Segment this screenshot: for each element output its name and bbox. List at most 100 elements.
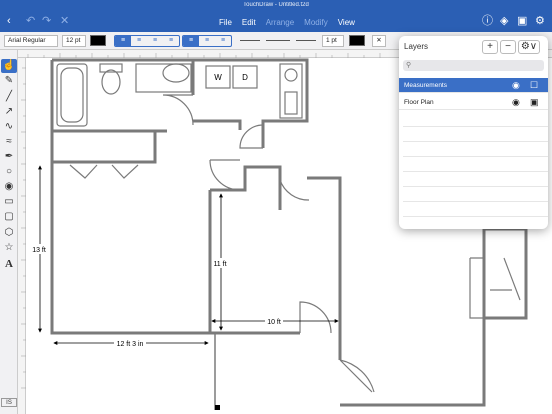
list-divider xyxy=(403,126,548,127)
bathtub-basin xyxy=(60,67,84,123)
status-badge[interactable]: IS xyxy=(1,398,17,407)
list-divider xyxy=(403,186,548,187)
document-title: TouchDraw - Untitled.t2d xyxy=(243,2,309,8)
line-tool-icon[interactable]: ╱ xyxy=(1,90,17,104)
line-alt-tool-icon[interactable]: ↗ xyxy=(1,105,17,119)
layer-name: Measurements xyxy=(404,82,447,89)
layers-title: Layers xyxy=(404,42,429,51)
hall-door xyxy=(209,159,241,191)
chevron-left-icon[interactable]: ‹ xyxy=(7,14,11,28)
pointer-tool-icon[interactable]: ☝ xyxy=(1,59,17,73)
inspector-icon[interactable]: ▣ xyxy=(517,14,527,28)
no-fill-icon[interactable]: ✕ xyxy=(372,35,386,47)
left-width-label: 12 ft 3 in xyxy=(117,341,144,348)
pencil-tool-icon[interactable]: ✎ xyxy=(1,74,17,88)
text-tool-icon[interactable]: A xyxy=(1,257,17,271)
line-start-style[interactable] xyxy=(266,40,290,41)
align-right-icon[interactable]: ≡ xyxy=(147,36,163,46)
selection-handle[interactable] xyxy=(215,405,220,410)
layer-name: Floor Plan xyxy=(404,99,434,106)
pen-tool-icon[interactable]: ✒ xyxy=(1,150,17,164)
sink xyxy=(162,63,190,83)
align-justify-icon[interactable]: ≡ xyxy=(163,36,179,46)
info-icon[interactable]: ⓘ xyxy=(482,14,493,28)
close-icon[interactable]: ✕ xyxy=(60,14,69,28)
vertical-ruler[interactable] xyxy=(18,58,26,414)
gear-icon[interactable]: ⚙∨ xyxy=(518,40,540,54)
title-bar: TouchDraw - Untitled.t2d ‹ ↶ ↷ ✕ File Ed… xyxy=(0,0,552,32)
menu-modify[interactable]: Modify xyxy=(304,18,328,27)
right-wing-detail xyxy=(469,257,521,319)
entry-door xyxy=(339,359,375,393)
rectangle-tool-icon[interactable]: ▭ xyxy=(1,195,17,209)
list-divider xyxy=(403,216,548,217)
dimension-lines xyxy=(38,165,339,345)
list-divider xyxy=(403,141,548,142)
dryer-label: D xyxy=(242,73,248,82)
align-left-icon[interactable]: ≡ xyxy=(115,36,131,46)
layer-row-floor-plan[interactable]: Floor Plan ◉ ▣ xyxy=(399,95,548,110)
font-size-field[interactable]: 12 pt xyxy=(62,35,86,47)
list-divider xyxy=(403,171,548,172)
undo-icon[interactable]: ↶ xyxy=(26,14,35,28)
layers-panel: Layers + − ⚙∨ ⚲ Measurements ◉ ☐ Floor P… xyxy=(399,36,548,229)
star-tool-icon[interactable]: ☆ xyxy=(1,241,17,255)
freehand-tool-icon[interactable]: ∿ xyxy=(1,120,17,134)
wall-closet-top xyxy=(52,131,157,164)
toilet-tank xyxy=(99,63,123,73)
laundry-appliances: W D xyxy=(205,65,258,89)
bathroom-door xyxy=(162,94,194,126)
vertical-align-control: ≡ ≡ ≡ xyxy=(182,35,232,47)
unlock-icon[interactable]: ☐ xyxy=(530,78,538,93)
valign-top-icon[interactable]: ≡ xyxy=(183,36,199,46)
eye-icon[interactable]: ◉ xyxy=(512,78,520,93)
right-height-label: 11 ft xyxy=(213,261,226,268)
wall-laundry-inner xyxy=(193,119,242,130)
layers-header: Layers + − ⚙∨ xyxy=(399,36,548,58)
search-icon: ⚲ xyxy=(406,62,412,69)
add-layer-button[interactable]: + xyxy=(482,40,498,54)
rounded-rectangle-tool-icon[interactable]: ▢ xyxy=(1,210,17,224)
laundry-door xyxy=(239,124,264,149)
menu-view[interactable]: View xyxy=(338,18,355,27)
eye-icon[interactable]: ◉ xyxy=(512,95,520,110)
layer-search-input[interactable]: ⚲ xyxy=(403,60,544,71)
curve-tool-icon[interactable]: ≈ xyxy=(1,135,17,149)
align-center-icon[interactable]: ≡ xyxy=(131,36,147,46)
right-width-label: 10 ft xyxy=(267,319,281,326)
valign-bottom-icon[interactable]: ≡ xyxy=(215,36,231,46)
line-width-field[interactable]: 1 pt xyxy=(322,35,344,47)
circle-tool-icon[interactable]: ○ xyxy=(1,165,17,179)
toilet-bowl xyxy=(101,69,121,95)
left-height-label: 13 ft xyxy=(32,247,46,254)
text-align-control: ≡ ≡ ≡ ≡ xyxy=(114,35,180,47)
menu-file[interactable]: File xyxy=(219,18,232,27)
gear-icon[interactable]: ⚙ xyxy=(535,14,545,28)
utility-shelf xyxy=(284,91,298,115)
font-name-field[interactable]: Arial Regular xyxy=(4,35,58,47)
closet-bifold-doors xyxy=(69,164,139,179)
menu-arrange[interactable]: Arrange xyxy=(266,18,294,27)
menu-edit[interactable]: Edit xyxy=(242,18,256,27)
wall-bedroom2-right xyxy=(307,176,342,360)
wall-closet2 xyxy=(210,165,282,210)
target-tool-icon[interactable]: ◉ xyxy=(1,180,17,194)
utility-cabinet xyxy=(279,63,303,119)
layers-icon[interactable]: ◈ xyxy=(500,14,508,28)
list-divider xyxy=(403,156,548,157)
valign-middle-icon[interactable]: ≡ xyxy=(199,36,215,46)
redo-icon[interactable]: ↷ xyxy=(42,14,51,28)
polygon-tool-icon[interactable]: ⬡ xyxy=(1,226,17,240)
stroke-color-swatch[interactable] xyxy=(349,35,365,46)
layer-row-measurements[interactable]: Measurements ◉ ☐ xyxy=(399,78,548,93)
lock-icon[interactable]: ▣ xyxy=(530,95,539,110)
line-style-solid[interactable] xyxy=(240,40,260,41)
menu-bar: File Edit Arrange Modify View xyxy=(219,18,355,27)
bedroom2-door xyxy=(299,301,332,334)
vanity xyxy=(135,63,192,93)
list-divider xyxy=(403,201,548,202)
remove-layer-button[interactable]: − xyxy=(500,40,516,54)
utility-sink xyxy=(284,68,298,82)
line-end-style[interactable] xyxy=(296,40,316,41)
text-color-swatch[interactable] xyxy=(90,35,106,46)
